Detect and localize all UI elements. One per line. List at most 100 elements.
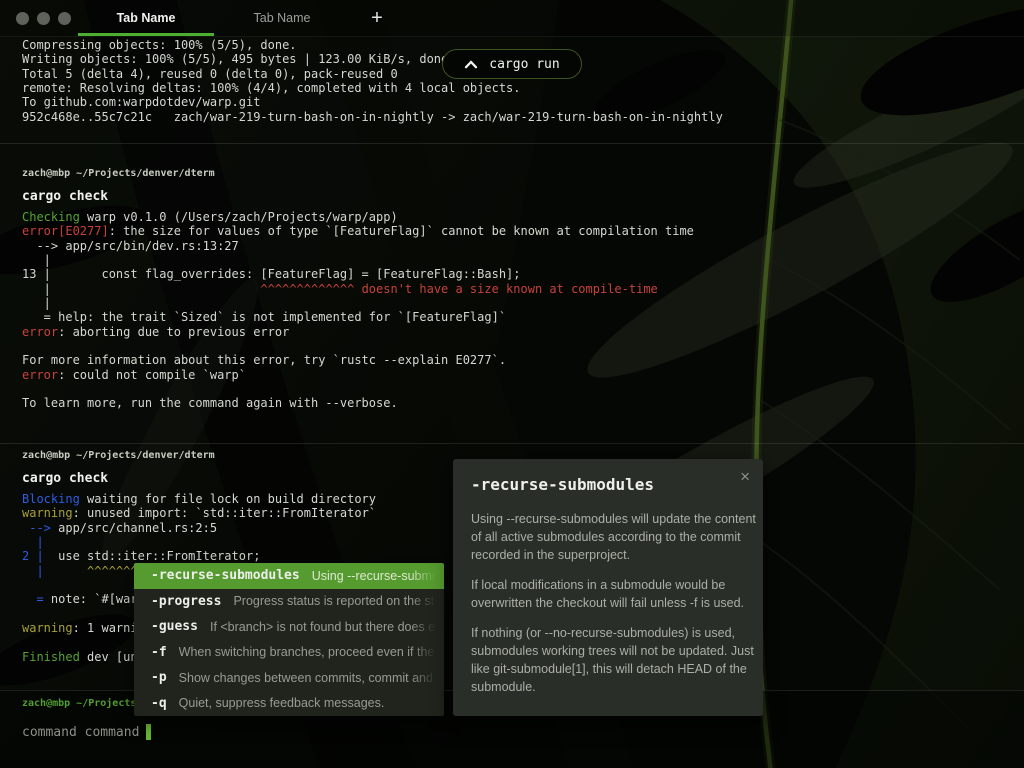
prompt: zach@mbp ~/Projects/denver/dterm (22, 168, 215, 180)
terminal-text-segment: Checking (22, 210, 80, 224)
prompt: zach@mbp ~/Projects/denver/dterm (22, 450, 215, 462)
traffic-light-minimize[interactable] (37, 12, 50, 25)
terminal-line: = help: the trait `Sized` is not impleme… (22, 310, 694, 324)
terminal-text-segment: Blocking (22, 492, 80, 506)
terminal-text-segment: 2 | (22, 549, 44, 563)
terminal-line: To github.com:warpdotdev/warp.git (22, 95, 723, 109)
terminal-line (22, 382, 694, 396)
autocomplete-item[interactable]: -progressProgress status is reported on … (134, 589, 444, 615)
flag-doc-panel: × -recurse-submodules Using --recurse-su… (453, 459, 763, 716)
command-input[interactable]: command command (22, 724, 151, 740)
terminal-line: --> app/src/channel.rs:2:5 (22, 521, 376, 535)
flag-name: -guess (151, 619, 198, 634)
prompt: zach@mbp ~/Projects (22, 698, 136, 710)
doc-paragraph-line: of all active submodules according to th… (471, 528, 745, 546)
terminal-text-segment: | (22, 296, 51, 310)
terminal-text-segment: warning (22, 506, 73, 520)
terminal-text-segment: warp v0.1.0 (/Users/zach/Projects/warp/a… (80, 210, 398, 224)
autocomplete-item[interactable]: -qQuiet, suppress feedback messages. (134, 691, 444, 717)
terminal-line: remote: Resolving deltas: 100% (4/4), co… (22, 81, 723, 95)
doc-panel-title: -recurse-submodules (471, 475, 745, 494)
traffic-light-close[interactable] (16, 12, 29, 25)
terminal-text-segment: ^^^^^^^^^^^^^ doesn't have a size known … (260, 282, 657, 296)
terminal-text-segment: Finished (22, 650, 80, 664)
terminal-text-segment: : could not compile `warp` (58, 368, 246, 382)
terminal-text-segment: Writing objects: 100% (5/5), 495 bytes |… (22, 52, 455, 66)
command-text[interactable]: cargo check (22, 471, 108, 486)
autocomplete-dropdown: -recurse-submodules Using --recurse-submo… (134, 563, 444, 716)
new-tab-button[interactable]: + (364, 7, 390, 30)
terminal-line: For more information about this error, t… (22, 353, 694, 367)
command-input-value: command command (22, 725, 139, 740)
terminal-text-segment: remote: Resolving deltas: 100% (4/4), co… (22, 81, 521, 95)
block-separator (0, 143, 1024, 144)
doc-paragraph-line: recorded in the superproject. (471, 546, 745, 564)
terminal-line: --> app/src/bin/dev.rs:13:27 (22, 239, 694, 253)
terminal-line: Checking warp v0.1.0 (/Users/zach/Projec… (22, 210, 694, 224)
terminal-line: | (22, 253, 694, 267)
traffic-lights (0, 12, 71, 25)
autocomplete-item[interactable]: -recurse-submodules Using --recurse-submo (134, 563, 444, 589)
terminal-text-segment: app/src/channel.rs:2:5 (58, 521, 217, 535)
terminal-text-segment: Compressing objects: 100% (5/5), done. (22, 38, 297, 52)
jump-to-command-pill[interactable]: cargo run (442, 49, 582, 79)
terminal-text-segment: error[E0277] (22, 224, 109, 238)
terminal-text-segment: 952c468e..55c7c21c zach/war-219-turn-bas… (22, 110, 723, 124)
terminal-text-segment: --> (22, 521, 58, 535)
autocomplete-item[interactable]: -guessIf <branch> is not found but there… (134, 614, 444, 640)
doc-paragraph: Using --recurse-submodules will update t… (471, 510, 745, 564)
command-text[interactable]: cargo check (22, 189, 108, 204)
terminal-text-segment: waiting for file lock on build directory (80, 492, 376, 506)
terminal-block-cargo-check-error: Checking warp v0.1.0 (/Users/zach/Projec… (22, 210, 694, 411)
terminal-line: Total 5 (delta 4), reused 0 (delta 0), p… (22, 67, 723, 81)
doc-paragraph-line: submodule. (471, 678, 745, 696)
flag-description: Quiet, suppress feedback messages. (179, 696, 436, 710)
terminal-text-segment: note: `#[war (44, 592, 138, 606)
terminal-text-segment: use std::iter::FromIterator; (44, 549, 261, 563)
traffic-light-zoom[interactable] (58, 12, 71, 25)
warp-terminal-window: Compressing objects: 100% (5/5), done.Wr… (0, 0, 1024, 768)
terminal-line: | (22, 296, 694, 310)
terminal-text-segment: To learn more, run the command again wit… (22, 396, 398, 410)
tab-label: Tab Name (254, 11, 311, 25)
tab-2[interactable]: Tab Name (214, 0, 350, 36)
terminal-line (22, 339, 694, 353)
terminal-text-segment (44, 564, 87, 578)
terminal-line: 2 | use std::iter::FromIterator; (22, 549, 376, 563)
flag-name: -p (151, 670, 167, 685)
terminal-line: To learn more, run the command again wit… (22, 396, 694, 410)
terminal-text-segment: To github.com:warpdotdev/warp.git (22, 95, 260, 109)
autocomplete-item[interactable]: -p Show changes between commits, commit a… (134, 665, 444, 691)
terminal-text-segment: : unused import: `std::iter::FromIterato… (73, 506, 376, 520)
doc-paragraph-line: If nothing (or --no-recurse-submodules) … (471, 624, 745, 642)
terminal-line: error[E0277]: the size for values of typ… (22, 224, 694, 238)
tab-label: Tab Name (117, 11, 176, 25)
doc-paragraph: If nothing (or --no-recurse-submodules) … (471, 624, 745, 696)
terminal-text-segment: : 1 warni (73, 621, 138, 635)
flag-description: Progress status is reported on the st (233, 594, 436, 608)
autocomplete-item[interactable]: -fWhen switching branches, proceed even … (134, 640, 444, 666)
terminal-text-segment: : aborting due to previous error (58, 325, 289, 339)
flag-description: Show changes between commits, commit and (179, 671, 436, 685)
terminal-line: error: aborting due to previous error (22, 325, 694, 339)
terminal-text-segment: warning (22, 621, 73, 635)
terminal-text-segment: --> app/src/bin/dev.rs:13:27 (22, 239, 239, 253)
terminal-text-segment: 13 | const flag_overrides: [FeatureFlag]… (22, 267, 521, 281)
terminal-text-segment: For more information about this error, t… (22, 353, 506, 367)
doc-paragraph-line: overwritten the checkout will fail unles… (471, 594, 745, 612)
flag-name: -recurse-submodules (151, 568, 300, 583)
pill-label: cargo run (489, 57, 559, 72)
flag-description: Using --recurse-submo (312, 569, 436, 583)
close-icon[interactable]: × (740, 467, 750, 487)
doc-paragraphs: Using --recurse-submodules will update t… (471, 510, 745, 696)
terminal-text-segment: | (22, 564, 44, 578)
chevron-up-icon (464, 60, 478, 69)
terminal-line: | ^^^^^^^^^^^^^ doesn't have a size know… (22, 282, 694, 296)
terminal-text-segment: Total 5 (delta 4), reused 0 (delta 0), p… (22, 67, 398, 81)
terminal-text-segment: error (22, 325, 58, 339)
flag-description: When switching branches, proceed even if… (179, 645, 436, 659)
doc-paragraph-line: like git-submodule[1], this will detach … (471, 660, 745, 678)
tab-1[interactable]: Tab Name (78, 0, 214, 36)
autocomplete-items: -recurse-submodules Using --recurse-submo… (134, 563, 444, 716)
terminal-text-segment: = help: the trait `Sized` is not impleme… (22, 310, 506, 324)
